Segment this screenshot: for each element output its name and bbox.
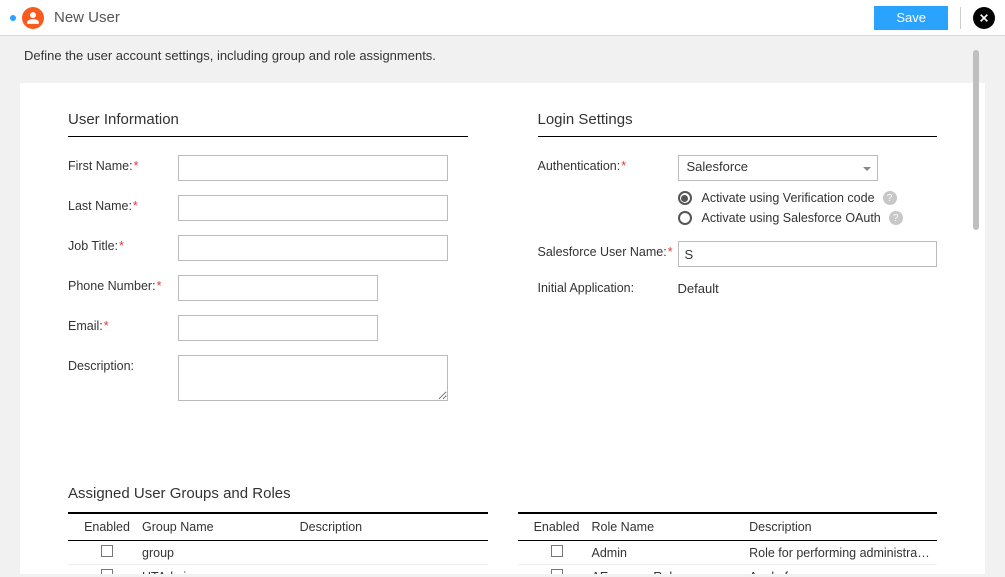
col-role-name: Role Name <box>592 520 750 534</box>
last-name-input[interactable] <box>178 195 448 221</box>
radio-salesforce-oauth[interactable] <box>678 211 692 225</box>
enabled-checkbox[interactable] <box>101 545 113 557</box>
first-name-label: First Name:* <box>68 155 178 173</box>
info-icon[interactable]: ? <box>883 191 897 205</box>
scrollbar[interactable] <box>973 50 979 531</box>
section-title-login: Login Settings <box>538 111 938 128</box>
page-body: Define the user account settings, includ… <box>0 36 1005 577</box>
auth-label: Authentication:* <box>538 155 678 173</box>
info-icon[interactable]: ? <box>889 211 903 225</box>
job-title-input[interactable] <box>178 235 448 261</box>
unsaved-indicator <box>10 15 16 21</box>
page-title: New User <box>54 9 120 26</box>
phone-input[interactable] <box>178 275 378 301</box>
login-settings-section: Login Settings Authentication:* Salesfor… <box>538 111 938 415</box>
section-title-user-info: User Information <box>68 111 468 128</box>
enabled-checkbox[interactable] <box>551 545 563 557</box>
col-enabled: Enabled <box>72 520 142 534</box>
radio-verification-code[interactable] <box>678 191 692 205</box>
section-rule <box>538 136 938 137</box>
radio-salesforce-oauth-label: Activate using Salesforce OAuth <box>702 211 881 225</box>
scrollbar-thumb[interactable] <box>973 50 979 230</box>
save-button[interactable]: Save <box>874 6 948 30</box>
user-icon <box>22 7 44 29</box>
enabled-checkbox[interactable] <box>101 569 113 574</box>
job-title-label: Job Title:* <box>68 235 178 253</box>
section-rule <box>68 136 468 137</box>
role-name-cell: AEgorova_Roless <box>592 570 750 575</box>
init-app-label: Initial Application: <box>538 277 678 295</box>
col-group-desc: Description <box>300 520 484 534</box>
header-divider <box>960 7 961 29</box>
role-desc-cell: Role for performing administrat… <box>749 546 933 560</box>
role-name-cell: Admin <box>592 546 750 560</box>
phone-label: Phone Number:* <box>68 275 178 293</box>
radio-verification-code-label: Activate using Verification code <box>702 191 875 205</box>
user-info-section: User Information First Name:* Last Name:… <box>68 111 468 415</box>
groups-table: Enabled Group Name Description group HTAd… <box>68 512 488 574</box>
form-panel: User Information First Name:* Last Name:… <box>20 83 985 574</box>
col-group-name: Group Name <box>142 520 300 534</box>
sf-user-input[interactable] <box>678 241 938 267</box>
enabled-checkbox[interactable] <box>551 569 563 574</box>
roles-table: Enabled Role Name Description AdminRole … <box>518 512 938 574</box>
email-label: Email:* <box>68 315 178 333</box>
group-name-cell: HTAdmin <box>142 570 300 575</box>
table-row[interactable]: AdminRole for performing administrat… <box>518 541 938 565</box>
last-name-label: Last Name:* <box>68 195 178 213</box>
section-title-assigned: Assigned User Groups and Roles <box>68 485 937 502</box>
description-input[interactable] <box>178 355 448 401</box>
table-row[interactable]: AEgorova_RolessA role for me. <box>518 565 938 574</box>
table-row[interactable]: group <box>68 541 488 565</box>
auth-select[interactable]: Salesforce <box>678 155 878 181</box>
page-subtitle: Define the user account settings, includ… <box>0 36 1005 69</box>
email-input[interactable] <box>178 315 378 341</box>
group-name-cell: group <box>142 546 300 560</box>
init-app-value: Default <box>678 277 719 296</box>
dialog-header: New User Save <box>0 0 1005 36</box>
first-name-input[interactable] <box>178 155 448 181</box>
col-role-desc: Description <box>749 520 933 534</box>
close-icon <box>979 13 989 23</box>
close-button[interactable] <box>973 7 995 29</box>
col-enabled: Enabled <box>522 520 592 534</box>
role-desc-cell: A role for me. <box>749 570 933 575</box>
description-label: Description: <box>68 355 178 373</box>
table-row[interactable]: HTAdmin <box>68 565 488 574</box>
sf-user-label: Salesforce User Name:* <box>538 241 678 259</box>
